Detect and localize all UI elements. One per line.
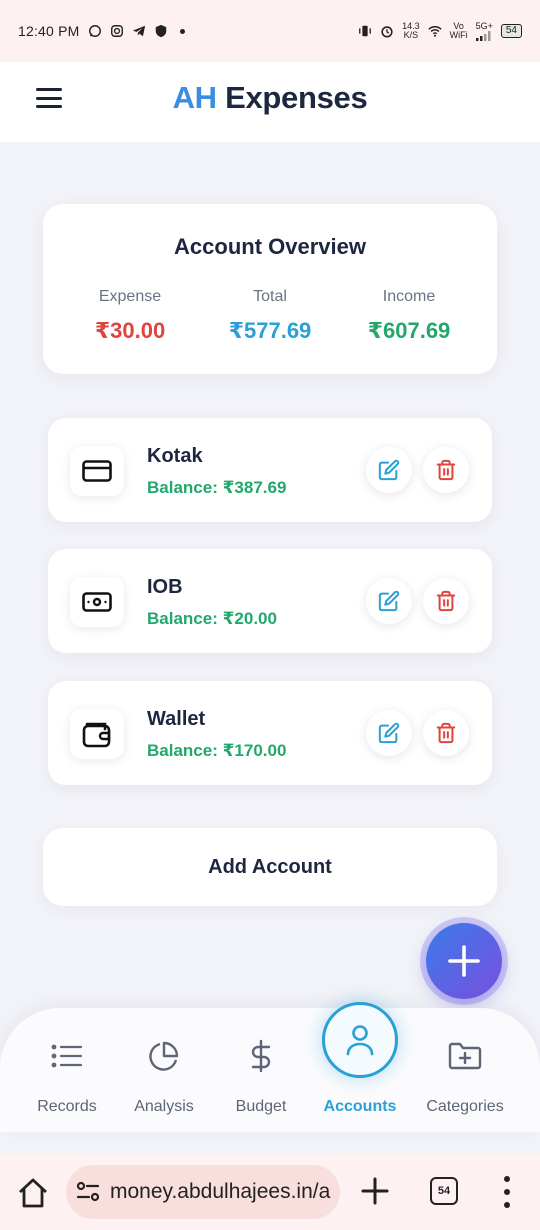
overview-total: Total ₹577.69 (195, 288, 345, 344)
account-icon-box (70, 577, 124, 627)
more-options-icon[interactable] (500, 1176, 514, 1208)
income-value: ₹607.69 (367, 318, 451, 343)
account-icon-box (70, 446, 124, 496)
account-card-kotak[interactable]: Kotak Balance: ₹387.69 (48, 418, 492, 522)
alarm-icon (381, 26, 393, 38)
network-type: 5G+ (475, 20, 493, 31)
delete-account-button[interactable] (423, 710, 469, 756)
instagram-icon (110, 25, 123, 37)
app-header: AH Expenses (0, 62, 540, 142)
site-settings-icon (76, 1181, 100, 1202)
trash-icon (436, 722, 456, 744)
trash-icon (436, 590, 456, 612)
credit-card-icon (82, 460, 112, 482)
account-name: IOB (147, 576, 183, 598)
overview-income: Income ₹607.69 (334, 288, 484, 344)
status-right: 14.3 K/S Vo WiFi 5G+ 54 (358, 20, 522, 41)
overview-expense: Expense ₹30.00 (55, 288, 205, 344)
total-label: Total (253, 288, 287, 305)
total-value: ₹577.69 (228, 318, 312, 343)
account-icon-box (70, 709, 124, 759)
bottom-nav: Records Analysis Budget Accounts Categor… (0, 1002, 540, 1132)
plus-icon (448, 945, 480, 977)
battery-level: 54 (505, 25, 517, 36)
more-dot (504, 1202, 510, 1208)
nav-icon-wrap (114, 1036, 214, 1076)
notification-dot-icon (179, 28, 185, 34)
edit-icon (378, 590, 400, 612)
trash-icon (436, 459, 456, 481)
brand-prefix: AH (172, 80, 217, 115)
browser-toolbar: money.abdulhajees.in/a 54 (0, 1154, 540, 1230)
status-bar: 12:40 PM 14.3 K/S Vo WiFi 5G+ 54 (0, 0, 540, 62)
nav-records[interactable]: Records (17, 1036, 117, 1116)
nav-accounts[interactable]: Accounts (310, 1036, 410, 1116)
more-dot (504, 1176, 510, 1182)
account-overview-card: Account Overview Expense ₹30.00 Total ₹5… (43, 204, 497, 374)
cash-icon (82, 592, 112, 612)
edit-icon (378, 459, 400, 481)
edit-account-button[interactable] (366, 578, 412, 624)
more-dot (504, 1189, 510, 1195)
overview-title: Account Overview (174, 234, 366, 259)
edit-icon (378, 722, 400, 744)
nav-label: Budget (235, 1098, 287, 1115)
url-text: money.abdulhajees.in/a (110, 1180, 331, 1203)
nav-label: Accounts (323, 1098, 397, 1115)
status-left: 12:40 PM (18, 23, 185, 39)
nav-label: Categories (426, 1098, 504, 1115)
add-record-fab[interactable] (426, 923, 502, 999)
wallet-icon (82, 722, 111, 748)
net-speed-unit: K/S (403, 30, 419, 40)
expense-value: ₹30.00 (94, 318, 166, 343)
vowifi-bottom: WiFi (449, 30, 468, 40)
signal-icon (475, 30, 491, 41)
wifi-icon (427, 26, 442, 37)
delete-account-button[interactable] (423, 578, 469, 624)
nav-budget[interactable]: Budget (211, 1036, 311, 1116)
account-balance: Balance: ₹387.69 (147, 478, 287, 497)
telegram-icon (132, 25, 145, 37)
brand-suffix: Expenses (225, 80, 368, 115)
nav-icon-wrap (310, 1036, 410, 1076)
nav-analysis[interactable]: Analysis (114, 1036, 214, 1116)
list-icon (51, 1044, 83, 1068)
nav-label: Analysis (134, 1098, 194, 1115)
edit-account-button[interactable] (366, 710, 412, 756)
tab-count: 54 (437, 1185, 451, 1197)
shield-icon (155, 24, 166, 38)
account-balance: Balance: ₹20.00 (147, 609, 277, 628)
new-tab-icon[interactable] (360, 1176, 390, 1206)
pie-chart-icon (149, 1041, 179, 1071)
whatsapp-icon (88, 25, 101, 37)
nav-icon-wrap (415, 1036, 515, 1076)
network-indicator: 5G+ (475, 20, 493, 41)
vowifi-indicator: Vo WiFi (450, 22, 468, 40)
account-card-wallet[interactable]: Wallet Balance: ₹170.00 (48, 681, 492, 785)
delete-account-button[interactable] (423, 447, 469, 493)
nav-icon-wrap (17, 1036, 117, 1076)
income-label: Income (382, 288, 436, 305)
home-icon[interactable] (16, 1176, 50, 1210)
edit-account-button[interactable] (366, 447, 412, 493)
app-logo: AH Expenses (0, 80, 540, 116)
account-name: Wallet (147, 708, 206, 730)
dollar-icon (251, 1039, 271, 1073)
account-balance: Balance: ₹170.00 (147, 741, 287, 760)
nav-label: Records (37, 1098, 97, 1115)
tab-switcher-button[interactable]: 54 (430, 1177, 458, 1205)
status-time: 12:40 PM (18, 23, 80, 39)
add-account-button[interactable]: Add Account (43, 828, 497, 906)
battery-indicator: 54 (500, 24, 522, 38)
folder-plus-icon (448, 1042, 482, 1070)
net-speed: 14.3 K/S (402, 22, 420, 40)
address-bar[interactable]: money.abdulhajees.in/a (66, 1165, 340, 1219)
expense-label: Expense (98, 288, 162, 305)
account-name: Kotak (147, 445, 203, 467)
vibrate-icon (359, 25, 371, 37)
account-card-iob[interactable]: IOB Balance: ₹20.00 (48, 549, 492, 653)
nav-categories[interactable]: Categories (415, 1036, 515, 1116)
nav-icon-wrap (211, 1036, 311, 1076)
